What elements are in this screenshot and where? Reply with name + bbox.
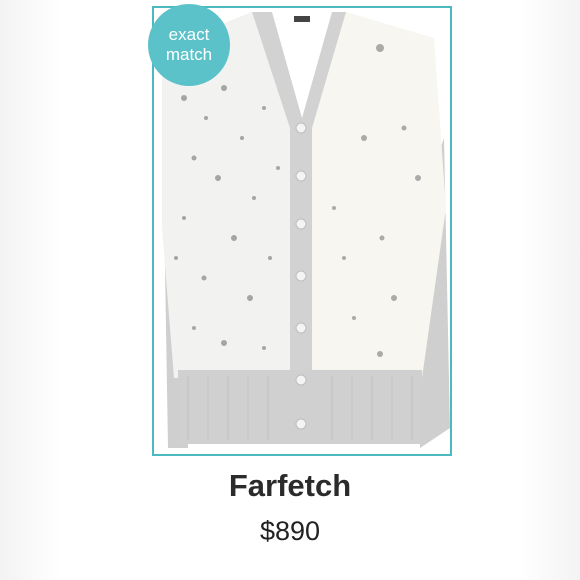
listing-page: exact match Farfetch $890 (0, 0, 580, 580)
brand-name[interactable]: Farfetch (96, 468, 484, 504)
price-label: $890 (259, 516, 321, 546)
badge-line-1: exact (168, 25, 210, 44)
exact-match-badge: exact match (148, 4, 230, 86)
badge-line-2: match (165, 45, 213, 64)
